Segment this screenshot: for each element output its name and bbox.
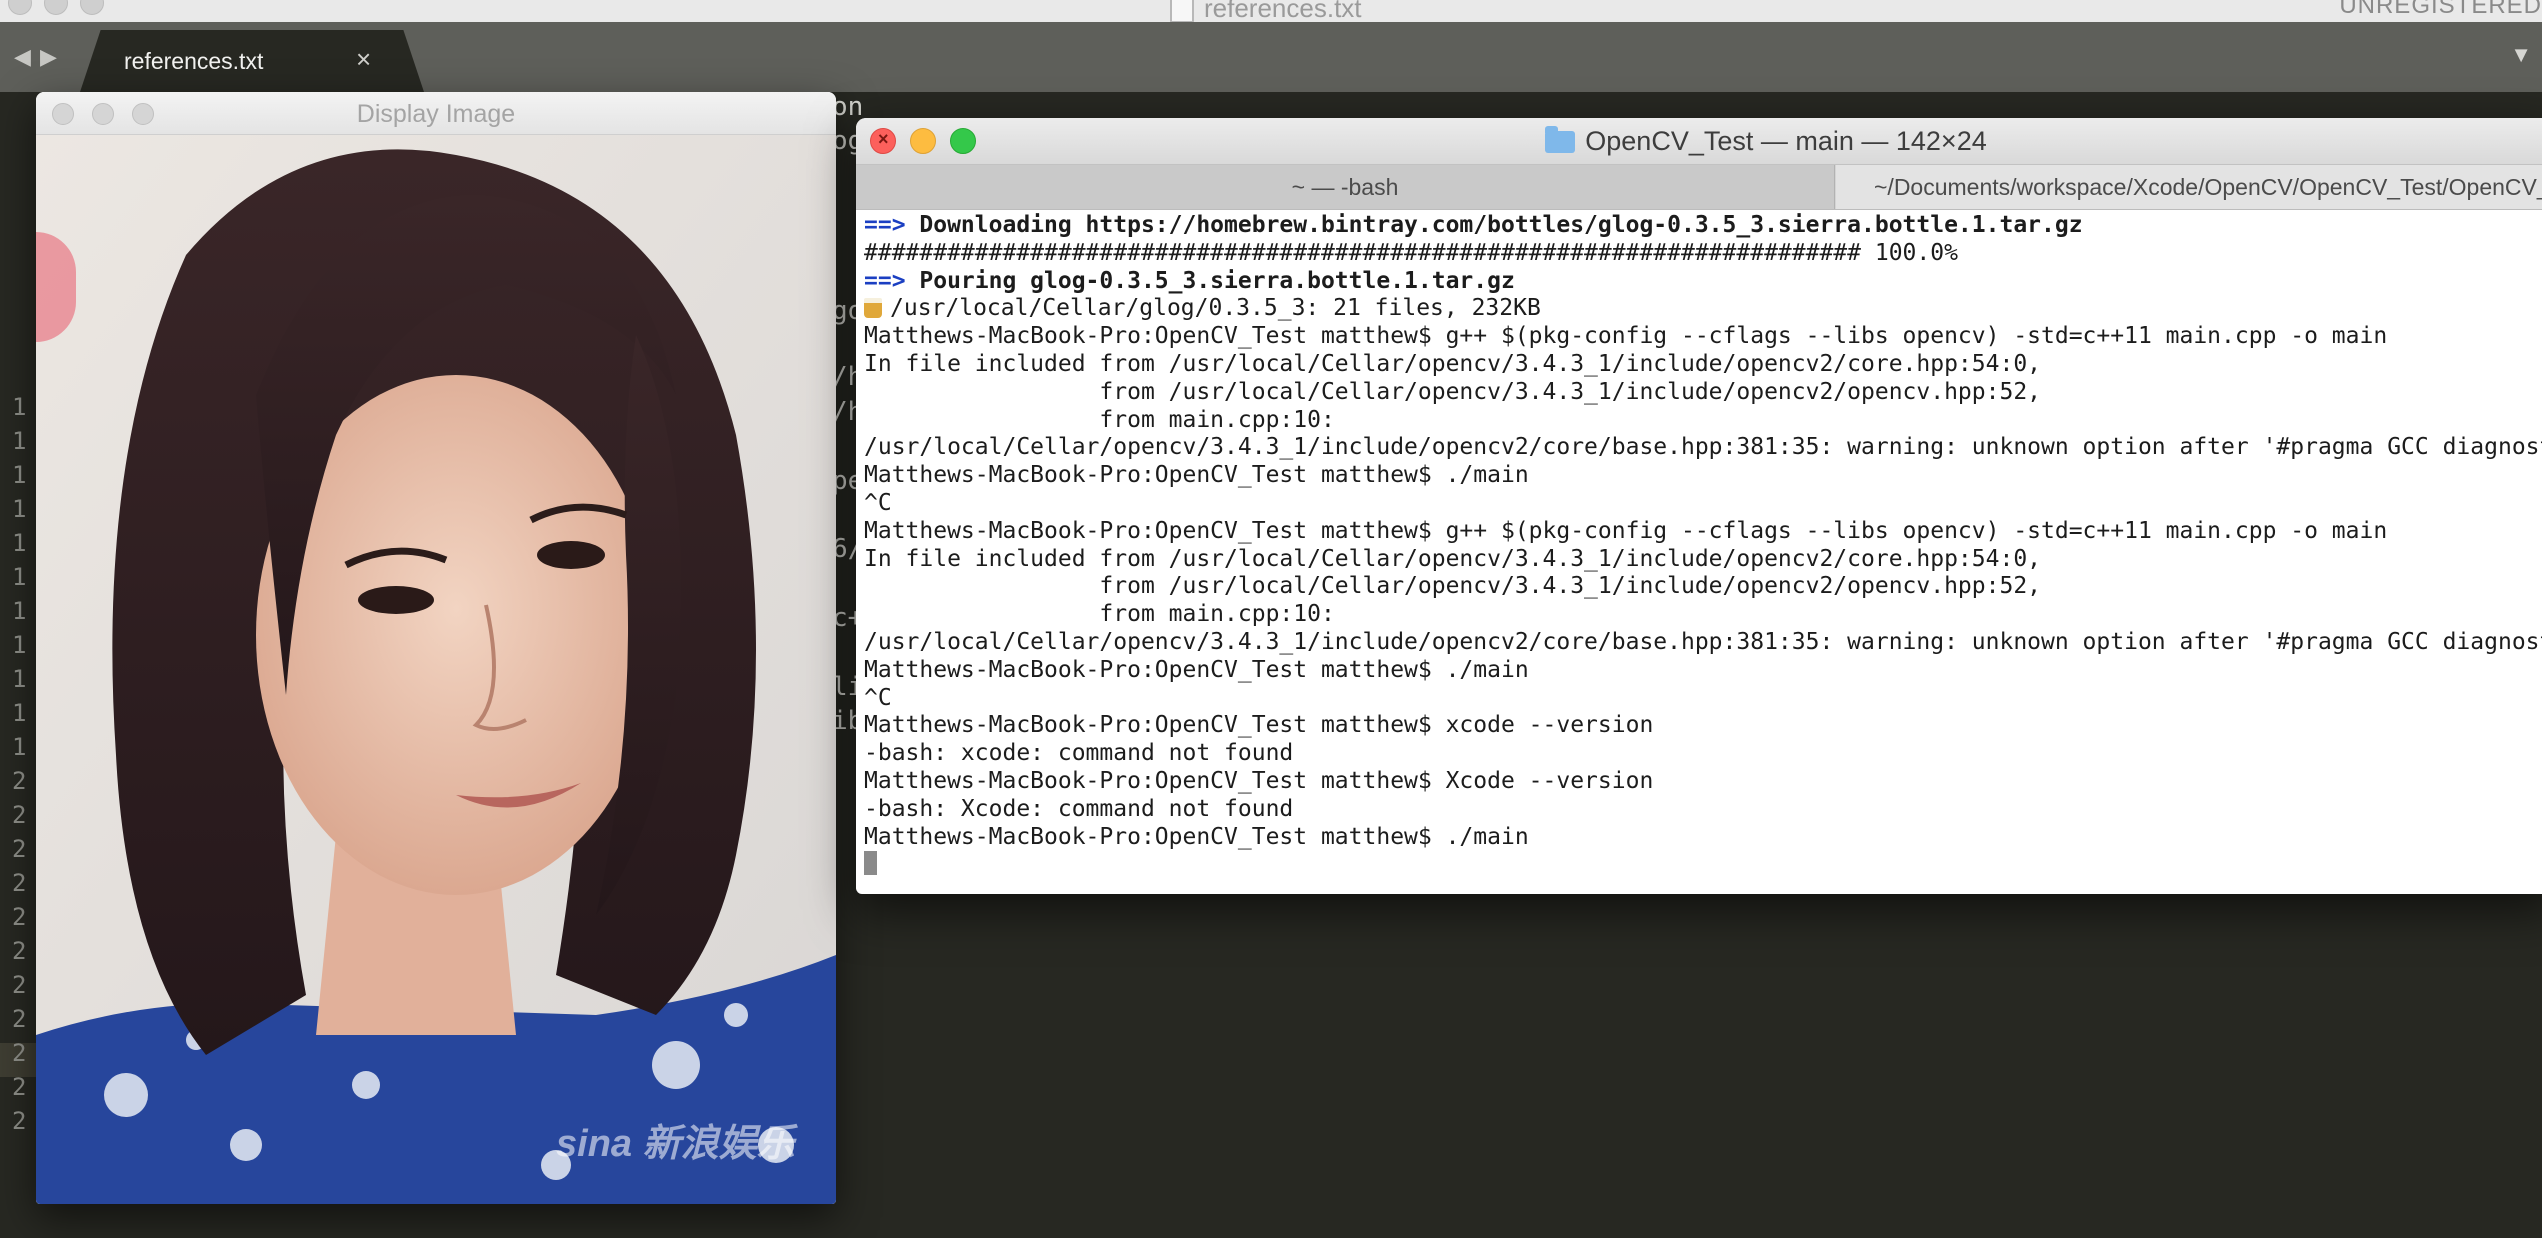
line-number: 2: [12, 971, 27, 999]
terminal-line: Matthews-MacBook-Pro:OpenCV_Test matthew…: [864, 517, 2388, 544]
terminal-tab-opencv-test[interactable]: ~/Documents/workspace/Xcode/OpenCV/OpenC…: [1836, 165, 2542, 209]
terminal-tab-bar: ~ — -bash ~/Documents/workspace/Xcode/Op…: [856, 164, 2542, 210]
terminal-line: ########################################…: [864, 239, 1958, 266]
terminal-line: from /usr/local/Cellar/opencv/3.4.3_1/in…: [864, 378, 2042, 405]
terminal-line: In file included from /usr/local/Cellar/…: [864, 350, 2042, 377]
terminal-line: from main.cpp:10:: [864, 406, 1335, 433]
line-number: 1: [12, 529, 27, 557]
terminal-line: ==> Downloading https://homebrew.bintray…: [864, 212, 2542, 240]
terminal-line: ==> Pouring glog-0.3.5_3.sierra.bottle.1…: [864, 268, 2542, 296]
homebrew-arrow: ==>: [864, 212, 920, 238]
tab-label: references.txt: [124, 48, 264, 74]
terminal-line: /usr/local/Cellar/opencv/3.4.3_1/include…: [864, 434, 2542, 461]
line-number: 1: [12, 733, 27, 761]
line-number: 1: [12, 495, 27, 523]
terminal-title: OpenCV_Test — main — 142×24: [856, 126, 2542, 157]
line-number: 1: [12, 631, 27, 659]
sublime-window-title: references.txt: [1170, 0, 1362, 24]
terminal-cursor-line: [864, 851, 2542, 879]
line-number: 2: [12, 1039, 27, 1067]
tab-forward-arrow-icon[interactable]: ▶: [40, 44, 57, 70]
terminal-line: /usr/local/Cellar/glog/0.3.5_3: 21 files…: [864, 295, 2542, 323]
document-icon: [1170, 0, 1194, 23]
line-number: 1: [12, 665, 27, 693]
terminal-line: ^C: [864, 489, 892, 516]
homebrew-message: Pouring glog-0.3.5_3.sierra.bottle.1.tar…: [919, 267, 1515, 294]
display-image-title: Display Image: [356, 100, 516, 128]
display-image-title-bar[interactable]: Display Image: [36, 92, 836, 135]
terminal-line: Matthews-MacBook-Pro:OpenCV_Test matthew…: [864, 823, 1529, 850]
line-number: 1: [12, 563, 27, 591]
tab-dropdown-icon[interactable]: ▼: [2510, 42, 2532, 68]
line-number: 2: [12, 869, 27, 897]
terminal-line: -bash: Xcode: command not found: [864, 795, 1294, 822]
terminal-line: Matthews-MacBook-Pro:OpenCV_Test matthew…: [864, 767, 1654, 794]
tab-references-txt[interactable]: references.txt ×: [80, 30, 424, 92]
folder-icon: [1545, 126, 1576, 153]
terminal-output[interactable]: ==> Downloading https://homebrew.bintray…: [864, 212, 2542, 894]
line-number: 2: [12, 937, 27, 965]
unregistered-label: UNREGISTERED: [2339, 0, 2542, 19]
line-number: 1: [12, 461, 27, 489]
terminal-line: ^C: [864, 684, 892, 711]
terminal-line: /usr/local/Cellar/opencv/3.4.3_1/include…: [864, 628, 2542, 655]
line-number: 2: [12, 767, 27, 795]
portrait-photo: [36, 135, 836, 1204]
line-number: 2: [12, 801, 27, 829]
line-number: 1: [12, 393, 27, 421]
homebrew-message: Downloading https://homebrew.bintray.com…: [919, 212, 2083, 238]
line-number: 2: [12, 903, 27, 931]
line-number: 2: [12, 1073, 27, 1101]
terminal-line: Matthews-MacBook-Pro:OpenCV_Test matthew…: [864, 712, 1654, 739]
display-image-window[interactable]: Display Image sina 新浪娱乐: [36, 92, 836, 1204]
homebrew-arrow: ==>: [864, 267, 920, 294]
terminal-window[interactable]: × OpenCV_Test — main — 142×24 ~ — -bash …: [856, 118, 2542, 894]
sublime-window-title-text: references.txt: [1204, 0, 1362, 23]
line-number: 1: [12, 427, 27, 455]
minimize-window-button[interactable]: [44, 0, 68, 15]
terminal-line: Matthews-MacBook-Pro:OpenCV_Test matthew…: [864, 656, 1529, 683]
terminal-line: from main.cpp:10:: [864, 601, 1335, 628]
line-number: 2: [12, 1005, 27, 1033]
sina-watermark-image: sina 新浪娱乐: [556, 1123, 795, 1165]
beer-icon: [864, 298, 882, 319]
line-number: 1: [12, 699, 27, 727]
terminal-line: In file included from /usr/local/Cellar/…: [864, 545, 2042, 572]
close-window-button[interactable]: [8, 0, 32, 15]
terminal-line: Matthews-MacBook-Pro:OpenCV_Test matthew…: [864, 462, 1529, 489]
terminal-tab-bash[interactable]: ~ — -bash: [856, 165, 1835, 209]
line-number: 1: [12, 597, 27, 625]
zoom-window-button[interactable]: [80, 0, 104, 15]
terminal-line: Matthews-MacBook-Pro:OpenCV_Test matthew…: [864, 323, 2388, 350]
tab-close-icon[interactable]: ×: [356, 44, 371, 75]
terminal-title-bar[interactable]: × OpenCV_Test — main — 142×24: [856, 118, 2542, 164]
terminal-title-text: OpenCV_Test — main — 142×24: [1585, 126, 1987, 156]
text-cursor: [864, 851, 877, 876]
tab-back-arrow-icon[interactable]: ◀: [14, 44, 31, 70]
line-number: 2: [12, 1107, 27, 1135]
line-number: 2: [12, 835, 27, 863]
terminal-line: from /usr/local/Cellar/opencv/3.4.3_1/in…: [864, 573, 2042, 600]
sublime-tab-bar: ◀ ▶ references.txt × ▼: [0, 22, 2542, 92]
sublime-title-bar: references.txt UNREGISTERED: [0, 0, 2542, 23]
terminal-line: -bash: xcode: command not found: [864, 740, 1294, 767]
